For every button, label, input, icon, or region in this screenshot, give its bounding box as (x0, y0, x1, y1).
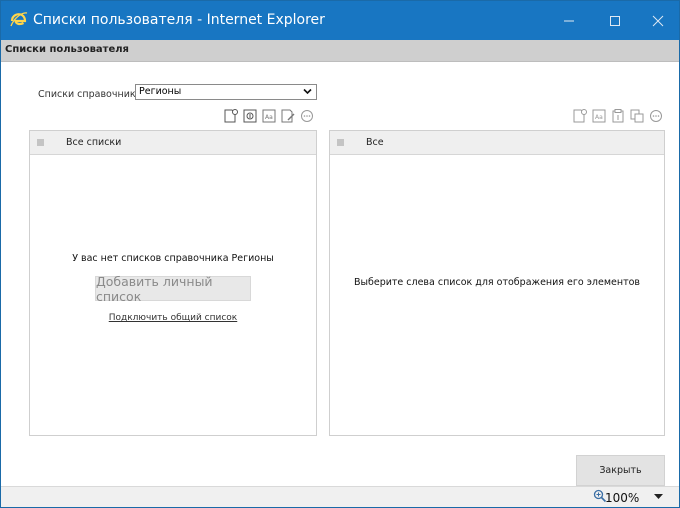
more-icon[interactable] (648, 108, 664, 124)
lists-panel: Все списки У вас нет списков справочника… (29, 130, 317, 436)
reference-label: Списки справочников: (38, 89, 151, 100)
internet-explorer-icon (10, 12, 28, 27)
minimize-button[interactable] (546, 1, 592, 40)
edit-icon[interactable] (280, 108, 296, 124)
title-bar: Списки пользователя - Internet Explorer (1, 1, 679, 40)
maximize-button[interactable] (592, 1, 638, 40)
new-list-icon[interactable] (223, 108, 239, 124)
browser-window: Списки пользователя - Internet Explorer … (0, 0, 680, 508)
svg-text:Aa: Aa (595, 114, 603, 121)
new-element-icon[interactable] (572, 108, 588, 124)
minimize-icon (564, 20, 574, 21)
status-bar: 100% (1, 486, 679, 507)
add-personal-list-button[interactable]: Добавить личный список (95, 274, 251, 304)
select-all-checkbox[interactable] (37, 139, 44, 146)
page-title: Списки пользователя (5, 44, 129, 55)
zoom-dropdown-icon[interactable] (654, 494, 663, 500)
close-window-button[interactable] (635, 1, 680, 40)
more-icon[interactable] (299, 108, 315, 124)
svg-text:Aa: Aa (265, 114, 273, 121)
select-list-hint: Выберите слева список для отображения ег… (353, 277, 641, 288)
close-icon (652, 15, 664, 26)
reference-select[interactable]: Регионы (135, 84, 317, 100)
app-header: Списки пользователя (1, 40, 679, 62)
rename-icon[interactable]: Aa (261, 108, 277, 124)
reference-selected-value: Регионы (139, 86, 182, 97)
empty-lists-message: У вас нет списков справочника Регионы (72, 253, 274, 264)
right-toolbar: Aa (572, 108, 664, 124)
copy-icon[interactable] (629, 108, 645, 124)
elements-panel: Все Выберите слева список для отображени… (329, 130, 665, 436)
select-all-elements-checkbox[interactable] (337, 139, 344, 146)
elements-panel-header: Все (330, 131, 664, 155)
main-content: Списки справочников: Регионы Aa Aa Все с… (1, 62, 679, 486)
lists-panel-title: Все списки (66, 137, 122, 148)
paste-icon[interactable] (610, 108, 626, 124)
connect-shared-list-link[interactable]: Подключить общий список (30, 313, 316, 323)
elements-panel-title: Все (366, 137, 384, 148)
import-icon[interactable] (242, 108, 258, 124)
zoom-level[interactable]: 100% (605, 491, 639, 505)
close-button[interactable]: Закрыть (576, 455, 665, 486)
window-title: Списки пользователя - Internet Explorer (33, 12, 325, 28)
maximize-icon (610, 15, 620, 26)
chevron-down-icon (303, 88, 312, 95)
lists-panel-header: Все списки (30, 131, 316, 155)
left-toolbar: Aa (223, 108, 315, 124)
rename-icon[interactable]: Aa (591, 108, 607, 124)
